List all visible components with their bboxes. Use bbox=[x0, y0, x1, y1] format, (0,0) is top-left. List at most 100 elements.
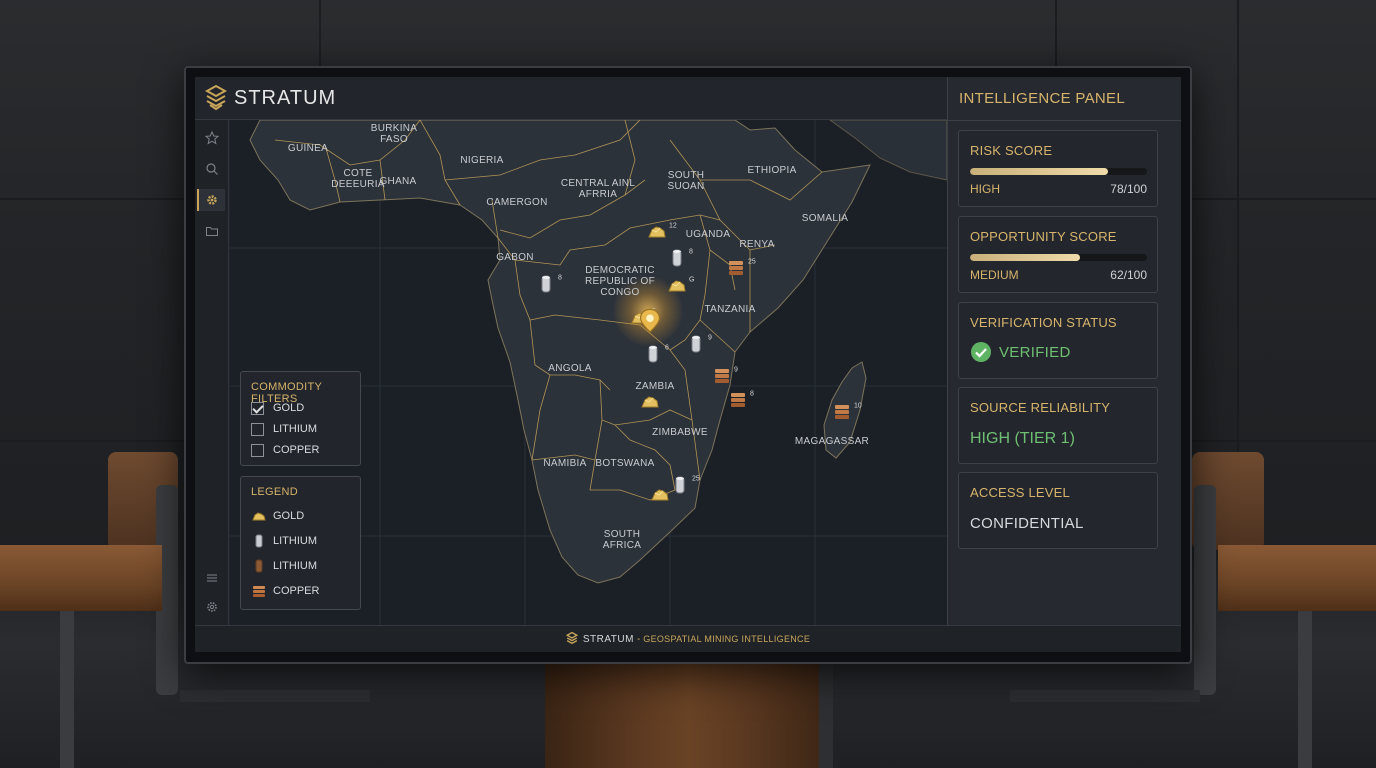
sidebar-search-button[interactable] bbox=[201, 158, 223, 180]
country-ghana: GHANA bbox=[379, 176, 417, 187]
marker-count: 12 bbox=[669, 222, 677, 230]
country-cameroon: CAMERGON bbox=[486, 197, 548, 208]
access-level-title: ACCESS LEVEL bbox=[970, 485, 1070, 500]
copper-marker-icon[interactable] bbox=[727, 389, 749, 411]
legend-lithium-label: LITHIUM bbox=[273, 535, 317, 547]
commodity-filters-panel: COMMODITY FILTERS GOLD LITHIUM COPPER bbox=[240, 371, 361, 466]
country-namibia: NAMIBIA bbox=[543, 458, 587, 469]
lithium-marker-icon[interactable] bbox=[685, 333, 707, 355]
gold-nugget-icon bbox=[252, 512, 266, 521]
filter-lithium-label: LITHIUM bbox=[273, 423, 317, 435]
risk-score-level: HIGH bbox=[970, 182, 1000, 196]
filter-lithium[interactable]: LITHIUM bbox=[251, 421, 317, 437]
legend-item: GOLD bbox=[251, 508, 304, 524]
desk-left-leg bbox=[60, 611, 74, 768]
opportunity-score-value: 62/100 bbox=[1110, 268, 1147, 282]
legend-copper-label: COPPER bbox=[273, 585, 320, 597]
map-view[interactable]: GUINEA BURKINA FASO COTE DEEEURIA GHANA … bbox=[230, 120, 947, 625]
legend-gold-label: GOLD bbox=[273, 510, 305, 522]
country-kenya: RENYA bbox=[739, 239, 775, 250]
copper-marker-icon[interactable] bbox=[711, 365, 733, 387]
gear-icon bbox=[207, 195, 217, 205]
verification-status-card: VERIFICATION STATUS VERIFIED bbox=[958, 302, 1158, 379]
check-circle-icon bbox=[971, 342, 991, 362]
gold-marker-icon[interactable] bbox=[646, 221, 668, 243]
filter-gold[interactable]: GOLD bbox=[251, 400, 304, 416]
hotspot-pin-icon[interactable] bbox=[637, 307, 661, 333]
copper-marker-icon[interactable] bbox=[831, 401, 853, 423]
gold-marker-icon[interactable] bbox=[639, 391, 661, 413]
sidebar-folder-button[interactable] bbox=[201, 220, 223, 242]
legend-item: LITHIUM bbox=[251, 558, 317, 574]
verification-status-title: VERIFICATION STATUS bbox=[970, 315, 1117, 330]
legend-item: COPPER bbox=[251, 583, 319, 599]
opportunity-score-bar bbox=[970, 254, 1147, 261]
risk-score-bar bbox=[970, 168, 1147, 175]
legend-item: LITHIUM bbox=[251, 533, 317, 549]
star-icon bbox=[205, 131, 219, 145]
copper-marker-icon[interactable] bbox=[725, 257, 747, 279]
source-reliability-card: SOURCE RELIABILITY HIGH (TIER 1) bbox=[958, 387, 1158, 464]
sidebar-settings-button[interactable] bbox=[201, 596, 223, 618]
legend-title: LEGEND bbox=[251, 486, 299, 498]
risk-score-bar-fill bbox=[970, 168, 1109, 175]
lithium-marker-icon[interactable] bbox=[666, 247, 688, 269]
copper-stack-icon bbox=[253, 586, 265, 597]
lithium-cylinder-icon bbox=[255, 534, 263, 548]
lithium-marker-icon[interactable] bbox=[669, 474, 691, 496]
marker-count: 9 bbox=[734, 366, 738, 374]
search-icon bbox=[206, 163, 218, 175]
menu-icon bbox=[207, 574, 217, 582]
sidebar-menu-button[interactable] bbox=[201, 567, 223, 589]
access-level-card: ACCESS LEVEL CONFIDENTIAL bbox=[958, 472, 1158, 549]
legend-panel: LEGEND GOLD LITHIUM LITHIUM COPPER bbox=[240, 476, 361, 610]
desk-right bbox=[1218, 545, 1376, 611]
country-nigeria: NIGERIA bbox=[460, 155, 504, 166]
app-screen: STRATUM GUINEA BURKINA FASO COTE DEEEURI… bbox=[195, 77, 1181, 652]
country-angola: ANGOLA bbox=[548, 363, 592, 374]
brand-name: STRATUM bbox=[234, 87, 337, 109]
lithium-marker-icon[interactable] bbox=[642, 343, 664, 365]
filter-copper[interactable]: COPPER bbox=[251, 442, 319, 458]
country-uganda: UGANDA bbox=[685, 229, 731, 240]
country-gabon: GABON bbox=[496, 252, 534, 263]
filter-lithium-checkbox[interactable] bbox=[251, 422, 264, 436]
country-drc: DEMOCRATIC REPUBLIC OF CONGO bbox=[585, 265, 655, 298]
gold-marker-icon[interactable] bbox=[649, 484, 671, 506]
sidebar-layers-button[interactable] bbox=[197, 189, 225, 211]
intelligence-panel: INTELLIGENCE PANEL RISK SCORE HIGH 78/10… bbox=[947, 77, 1181, 625]
footer-separator: - bbox=[636, 633, 641, 645]
monitor-stand bbox=[545, 664, 833, 768]
country-madagascar: MAGAGASSAR bbox=[794, 436, 870, 447]
filter-gold-checkbox[interactable] bbox=[251, 401, 264, 415]
country-south-sudan: SOUTH SUOAN bbox=[667, 170, 705, 192]
country-cote: COTE DEEEURIA bbox=[331, 168, 385, 190]
country-ethiopia: ETHIOPIA bbox=[747, 165, 797, 176]
footer-tagline: GEOSPATIAL MINING INTELLIGENCE bbox=[643, 634, 811, 644]
legend-lithium-2-label: LITHIUM bbox=[273, 560, 317, 572]
desk-left bbox=[0, 545, 162, 611]
marker-count: 25 bbox=[748, 258, 756, 266]
opportunity-score-card: OPPORTUNITY SCORE MEDIUM 62/100 bbox=[958, 216, 1158, 293]
app-footer: STRATUM - GEOSPATIAL MINING INTELLIGENCE bbox=[195, 625, 1181, 652]
country-burkina-faso: BURKINA FASO bbox=[370, 123, 418, 145]
country-zimbabwe: ZIMBABWE bbox=[652, 427, 708, 438]
lithium-marker-icon[interactable] bbox=[535, 273, 557, 295]
source-reliability-value: HIGH (TIER 1) bbox=[970, 430, 1075, 447]
lithium-cylinder-brown-icon bbox=[255, 559, 263, 573]
filter-copper-label: COPPER bbox=[273, 444, 320, 456]
panel-divider bbox=[948, 120, 1181, 121]
opportunity-score-bar-fill bbox=[970, 254, 1080, 261]
chair-right-arm bbox=[1194, 485, 1216, 695]
sidebar-favorites-button[interactable] bbox=[201, 127, 223, 149]
filter-copper-checkbox[interactable] bbox=[251, 443, 264, 457]
marker-count: 6 bbox=[665, 344, 669, 352]
gold-marker-icon[interactable] bbox=[666, 275, 688, 297]
country-central-african: CENTRAL AINL AFRRIA bbox=[560, 178, 636, 200]
marker-count: 8 bbox=[558, 274, 562, 282]
filter-gold-label: GOLD bbox=[273, 402, 305, 414]
marker-count: 8 bbox=[689, 248, 693, 256]
footer-brand: STRATUM bbox=[582, 633, 634, 645]
stand-edge bbox=[819, 664, 833, 768]
chair-right-base bbox=[1010, 690, 1200, 702]
